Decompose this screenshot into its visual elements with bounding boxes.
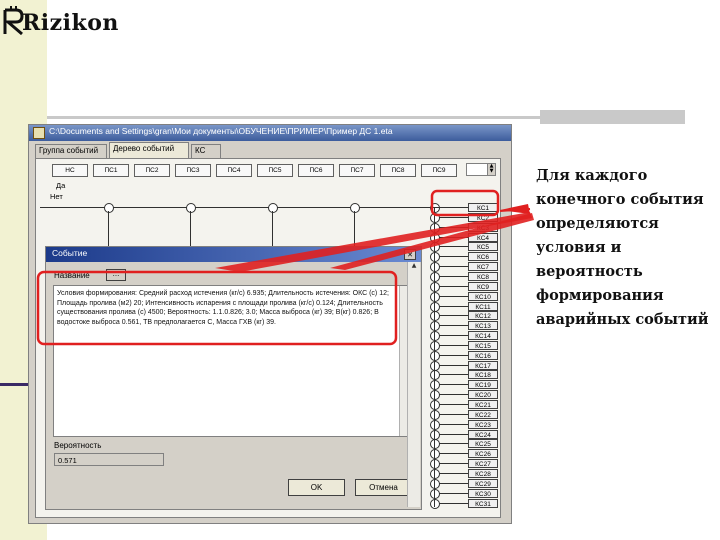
highlight-overlay bbox=[36, 189, 534, 346]
arrow-line-2 bbox=[215, 212, 532, 272]
arrow-line-3 bbox=[330, 213, 534, 270]
description-highlight bbox=[36, 270, 398, 346]
kc1-highlight bbox=[430, 189, 500, 217]
